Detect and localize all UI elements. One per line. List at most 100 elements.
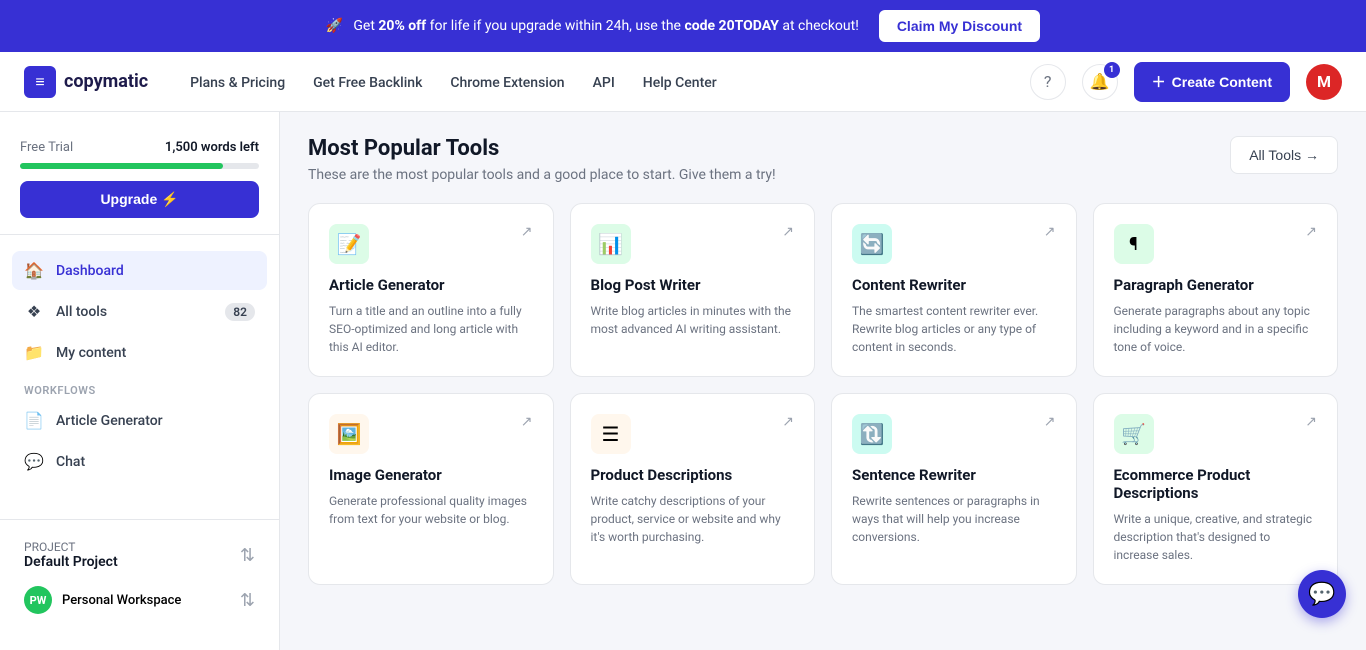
home-icon: 🏠 [24,261,44,280]
plus-icon: ＋ [1152,72,1166,92]
sidebar: Free Trial 1,500 words left Upgrade ⚡ 🏠 … [0,112,280,650]
sidebar-item-all-tools[interactable]: ❖ All tools 82 [12,292,267,331]
progress-bar [20,163,259,169]
card-desc-article-generator: Turn a title and an outline into a fully… [329,302,533,356]
card-header: ☰ ↗ [591,414,795,454]
card-desc-sentence-rewriter: Rewrite sentences or paragraphs in ways … [852,492,1056,546]
blog-post-writer-icon: 📊 [591,224,631,264]
expand-icon: ↗ [782,224,794,240]
logo[interactable]: ≡ copymatic [24,66,148,98]
card-title-product-descriptions: Product Descriptions [591,466,795,484]
banner-icon: 🚀 [326,18,343,34]
chat-support-button[interactable]: 💬 [1298,570,1346,618]
sidebar-label-all-tools: All tools [56,304,107,320]
tool-card-article-generator[interactable]: 📝 ↗ Article Generator Turn a title and a… [308,203,554,377]
nav-help-center[interactable]: Help Center [643,75,717,91]
card-header: 📝 ↗ [329,224,533,264]
navbar: ≡ copymatic Plans & Pricing Get Free Bac… [0,52,1366,112]
workspace-row[interactable]: PW Personal Workspace ⇅ [16,578,263,622]
article-generator-icon: 📝 [329,224,369,264]
card-header: 🖼️ ↗ [329,414,533,454]
tool-card-sentence-rewriter[interactable]: 🔃 ↗ Sentence Rewriter Rewrite sentences … [831,393,1077,585]
sidebar-label-my-content: My content [56,345,126,361]
card-title-blog-post-writer: Blog Post Writer [591,276,795,294]
banner-text: Get 20% off for life if you upgrade with… [353,18,858,34]
workspace-chevron-icon: ⇅ [240,590,255,611]
promo-banner: 🚀 Get 20% off for life if you upgrade wi… [0,0,1366,52]
sidebar-label-article-generator: Article Generator [56,413,163,429]
all-tools-button[interactable]: All Tools → [1230,136,1338,174]
logo-icon: ≡ [24,66,56,98]
folder-icon: 📁 [24,343,44,362]
expand-icon: ↗ [521,224,533,240]
avatar[interactable]: M [1306,64,1342,100]
article-icon: 📄 [24,411,44,430]
image-generator-icon: 🖼️ [329,414,369,454]
create-content-button[interactable]: ＋ Create Content [1134,62,1290,102]
notification-badge: 1 [1104,62,1120,78]
project-name: Default Project [24,554,118,570]
tool-card-content-rewriter[interactable]: 🔄 ↗ Content Rewriter The smartest conten… [831,203,1077,377]
upgrade-button[interactable]: Upgrade ⚡ [20,181,259,218]
project-info-label: PROJECT [24,540,118,554]
nav-get-free-backlink[interactable]: Get Free Backlink [313,75,422,91]
layers-icon: ❖ [24,302,44,321]
expand-icon: ↗ [1305,414,1317,430]
card-title-content-rewriter: Content Rewriter [852,276,1056,294]
card-desc-ecommerce-product-descriptions: Write a unique, creative, and strategic … [1114,510,1318,564]
card-header: ¶ ↗ [1114,224,1318,264]
claim-discount-button[interactable]: Claim My Discount [879,10,1040,42]
progress-fill [20,163,223,169]
workspace-avatar: PW [24,586,52,614]
sidebar-nav: 🏠 Dashboard ❖ All tools 82 📁 My content … [0,243,279,519]
sidebar-item-dashboard[interactable]: 🏠 Dashboard [12,251,267,290]
nav-links: Plans & Pricing Get Free Backlink Chrome… [190,72,717,91]
card-desc-blog-post-writer: Write blog articles in minutes with the … [591,302,795,338]
workspace-name: Personal Workspace [62,593,181,608]
expand-icon: ↗ [521,414,533,430]
tool-card-blog-post-writer[interactable]: 📊 ↗ Blog Post Writer Write blog articles… [570,203,816,377]
tool-card-paragraph-generator[interactable]: ¶ ↗ Paragraph Generator Generate paragra… [1093,203,1339,377]
sidebar-bottom: PROJECT Default Project ⇅ PW Personal Wo… [0,519,279,634]
sidebar-item-my-content[interactable]: 📁 My content [12,333,267,372]
paragraph-generator-icon: ¶ [1114,224,1154,264]
product-descriptions-icon: ☰ [591,414,631,454]
page-title: Most Popular Tools [308,136,776,161]
main-header: Most Popular Tools These are the most po… [308,136,1338,183]
card-header: 🔃 ↗ [852,414,1056,454]
tool-card-product-descriptions[interactable]: ☰ ↗ Product Descriptions Write catchy de… [570,393,816,585]
card-desc-content-rewriter: The smartest content rewriter ever. Rewr… [852,302,1056,356]
all-tools-badge: 82 [225,303,255,321]
logo-text: copymatic [64,71,148,92]
nav-plans-pricing[interactable]: Plans & Pricing [190,75,285,91]
notifications-button[interactable]: 🔔 1 [1082,64,1118,100]
chevron-up-down-icon: ⇅ [240,545,255,566]
sidebar-label-chat: Chat [56,454,85,470]
expand-icon: ↗ [1044,414,1056,430]
main-header-text: Most Popular Tools These are the most po… [308,136,776,183]
tool-card-image-generator[interactable]: 🖼️ ↗ Image Generator Generate profession… [308,393,554,585]
expand-icon: ↗ [1044,224,1056,240]
workflows-section-label: Workflows [12,374,267,401]
sidebar-item-chat[interactable]: 💬 Chat [12,442,267,481]
card-title-ecommerce-product-descriptions: Ecommerce Product Descriptions [1114,466,1318,502]
trial-section: Free Trial 1,500 words left Upgrade ⚡ [0,128,279,235]
project-selector[interactable]: PROJECT Default Project ⇅ [16,532,263,578]
nav-api[interactable]: API [593,75,615,91]
card-title-paragraph-generator: Paragraph Generator [1114,276,1318,294]
sidebar-item-article-generator[interactable]: 📄 Article Generator [12,401,267,440]
chat-icon: 💬 [24,452,44,471]
sidebar-label-dashboard: Dashboard [56,263,124,279]
ecommerce-icon: 🛒 [1114,414,1154,454]
expand-icon: ↗ [782,414,794,430]
trial-words-left: 1,500 words left [165,140,259,155]
help-button[interactable]: ? [1030,64,1066,100]
content-rewriter-icon: 🔄 [852,224,892,264]
tools-grid: 📝 ↗ Article Generator Turn a title and a… [308,203,1338,585]
tool-card-ecommerce-product-descriptions[interactable]: 🛒 ↗ Ecommerce Product Descriptions Write… [1093,393,1339,585]
card-title-article-generator: Article Generator [329,276,533,294]
card-desc-paragraph-generator: Generate paragraphs about any topic incl… [1114,302,1318,356]
nav-chrome-extension[interactable]: Chrome Extension [450,75,564,91]
trial-label: Free Trial [20,140,73,155]
card-header: 🔄 ↗ [852,224,1056,264]
